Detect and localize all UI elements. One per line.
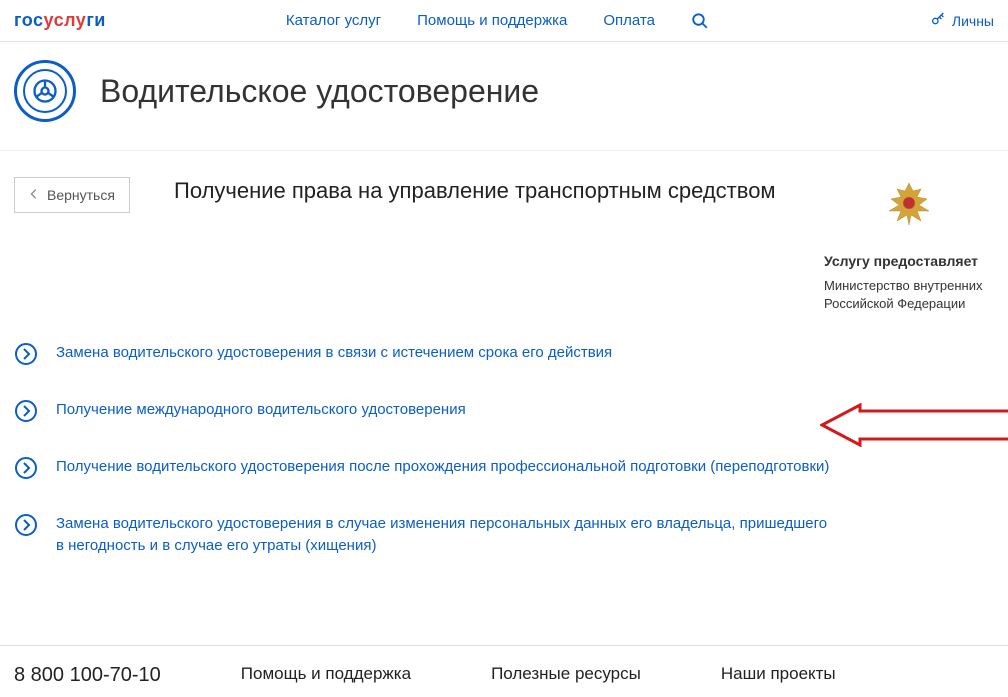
subheading: Получение права на управление транспортн… [174, 177, 804, 206]
chevron-circle-right-icon [14, 456, 38, 485]
chevron-left-icon [29, 187, 39, 203]
content-row: Вернуться Получение права на управление … [0, 151, 1008, 312]
provider-name: Министерство внутренних Российской Федер… [824, 277, 994, 312]
footer-col-resources[interactable]: Полезные ресурсы [491, 664, 641, 684]
provider-emblem-icon [877, 177, 941, 231]
service-link[interactable]: Получение водительского удостоверения по… [56, 456, 829, 478]
chevron-circle-right-icon [14, 399, 38, 428]
service-item[interactable]: Замена водительского удостоверения в слу… [14, 513, 834, 557]
logo-part-2: услу [44, 10, 87, 30]
page-hero: Водительское удостоверение [0, 42, 1008, 151]
service-list: Замена водительского удостоверения в свя… [0, 312, 1008, 645]
annotation-arrow-icon [820, 403, 1008, 447]
chevron-circle-right-icon [14, 513, 38, 542]
nav-payment[interactable]: Оплата [603, 12, 655, 29]
service-link[interactable]: Замена водительского удостоверения в слу… [56, 513, 834, 557]
personal-label: Личны [952, 13, 994, 29]
top-header: госуслуги Каталог услуг Помощь и поддерж… [0, 0, 1008, 42]
logo-part-3: ги [86, 10, 106, 30]
logo-part-1: гос [14, 10, 44, 30]
provider-label: Услугу предоставляет [824, 253, 994, 269]
footer-col-help[interactable]: Помощь и поддержка [241, 664, 411, 684]
footer: 8 800 100-70-10 Помощь и поддержка Полез… [0, 645, 1008, 697]
provider-box: Услугу предоставляет Министерство внутре… [824, 177, 994, 312]
left-column: Вернуться [14, 177, 154, 312]
personal-cabinet-link[interactable]: Личны [930, 11, 994, 30]
service-link[interactable]: Замена водительского удостоверения в свя… [56, 342, 612, 364]
page-title: Водительское удостоверение [100, 73, 539, 110]
service-item[interactable]: Получение водительского удостоверения по… [14, 456, 834, 485]
top-nav: Каталог услуг Помощь и поддержка Оплата [286, 12, 709, 30]
logo[interactable]: госуслуги [14, 10, 106, 31]
nav-help[interactable]: Помощь и поддержка [417, 12, 567, 29]
footer-col-projects[interactable]: Наши проекты [721, 664, 836, 684]
back-label: Вернуться [47, 187, 115, 203]
service-item[interactable]: Замена водительского удостоверения в свя… [14, 342, 834, 371]
category-icon [14, 60, 76, 122]
service-link[interactable]: Получение международного водительского у… [56, 399, 466, 421]
footer-phone: 8 800 100-70-10 [14, 664, 161, 687]
mid-column: Получение права на управление транспортн… [174, 177, 804, 312]
service-item[interactable]: Получение международного водительского у… [14, 399, 834, 428]
back-button[interactable]: Вернуться [14, 177, 130, 213]
search-icon[interactable] [691, 12, 709, 30]
chevron-circle-right-icon [14, 342, 38, 371]
key-icon [930, 11, 946, 30]
nav-catalog[interactable]: Каталог услуг [286, 12, 381, 29]
